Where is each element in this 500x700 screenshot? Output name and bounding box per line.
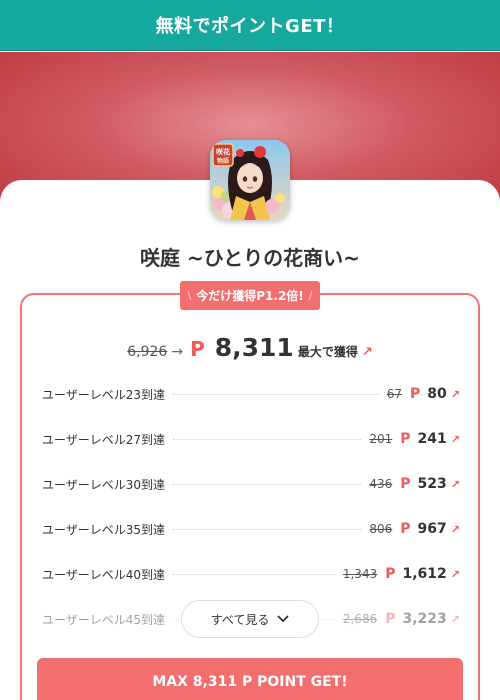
arrow-up-right-icon: ↗ [361, 345, 373, 360]
app-title: 咲庭 ~ひとりの花商い~ [140, 246, 360, 270]
arrow-up-right-icon: ↗ [450, 612, 460, 626]
reward-value: 241 [417, 431, 447, 447]
point-mark: P [400, 521, 411, 537]
svg-text:物語: 物語 [217, 157, 229, 165]
arrow-right-icon: → [171, 344, 184, 360]
dotted-leader [173, 438, 362, 440]
svg-text:咲花: 咲花 [216, 147, 230, 156]
max-label: 最大で獲得 [297, 345, 358, 359]
ribbon-left-mark: \ [187, 289, 192, 302]
reward-value: 3,223 [402, 611, 447, 627]
app-icon: 咲花 物語 [210, 140, 290, 220]
reward-label: ユーザーレベル27到達 [42, 432, 166, 447]
get-points-button[interactable]: MAX 8,311 P POINT GET! [37, 658, 463, 700]
chevron-down-icon [277, 613, 289, 626]
see-all-button[interactable]: すべて見る [181, 600, 319, 638]
reward-row: ユーザーレベル40到達 1,343 P 1,612 ↗ [42, 563, 460, 585]
anime-girl-icon: 咲花 物語 [210, 140, 290, 220]
reward-old-value: 436 [369, 477, 393, 491]
reward-label: ユーザーレベル35到達 [42, 522, 166, 537]
reward-row: ユーザーレベル35到達 806 P 967 ↗ [42, 518, 460, 540]
point-mark: P [400, 476, 411, 492]
max-old-value: 6,926 [127, 344, 168, 360]
cta-label: MAX 8,311 P POINT GET! [152, 674, 348, 690]
promo-ribbon: \ 今だけ獲得P1.2倍! / [180, 281, 320, 310]
see-all-label: すべて見る [210, 612, 270, 627]
reward-value: 523 [417, 476, 447, 492]
reward-old-value: 201 [369, 432, 393, 446]
arrow-up-right-icon: ↗ [450, 432, 460, 446]
reward-value: 80 [427, 386, 447, 402]
reward-label: ユーザーレベル40到達 [42, 567, 166, 582]
reward-old-value: 67 [386, 387, 403, 401]
point-mark: P [385, 611, 396, 627]
reward-row: ユーザーレベル23到達 67 P 80 ↗ [42, 383, 460, 405]
reward-value: 1,612 [402, 566, 447, 582]
reward-old-value: 806 [369, 522, 393, 536]
dotted-leader [173, 573, 335, 575]
ribbon-text: 今だけ獲得P1.2倍! [196, 289, 304, 303]
reward-label: ユーザーレベル45到達 [42, 612, 166, 627]
reward-value: 967 [417, 521, 447, 537]
reward-row: ユーザーレベル27到達 201 P 241 ↗ [42, 428, 460, 450]
reward-row: ユーザーレベル30到達 436 P 523 ↗ [42, 473, 460, 495]
point-mark: P [410, 386, 421, 402]
reward-label: ユーザーレベル23到達 [42, 387, 166, 402]
header-title: 無料でポイントGET！ [155, 16, 345, 37]
arrow-up-right-icon: ↗ [450, 387, 460, 401]
reward-label: ユーザーレベル30到達 [42, 477, 166, 492]
reward-old-value: 2,686 [342, 612, 378, 626]
max-points-line: 6,926 → P 8,311 最大で獲得 ↗ [0, 333, 500, 365]
header-bar: 無料でポイントGET！ [0, 0, 500, 51]
dotted-leader [173, 393, 379, 395]
point-mark: P [400, 431, 411, 447]
dotted-leader [173, 528, 362, 530]
max-value: 8,311 [214, 333, 294, 362]
arrow-up-right-icon: ↗ [450, 522, 460, 536]
arrow-up-right-icon: ↗ [450, 477, 460, 491]
point-mark: P [385, 566, 396, 582]
ribbon-right-mark: / [308, 289, 313, 302]
point-mark: P [190, 337, 205, 361]
dotted-leader [173, 483, 362, 485]
arrow-up-right-icon: ↗ [450, 567, 460, 581]
reward-old-value: 1,343 [342, 567, 378, 581]
